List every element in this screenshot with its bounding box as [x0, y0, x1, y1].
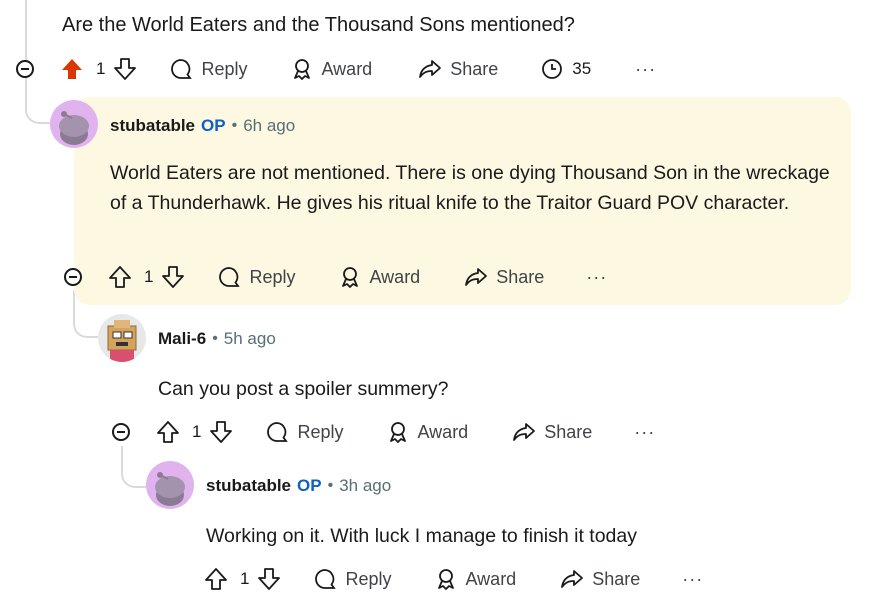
op-badge: OP [297, 476, 322, 495]
comment-bubble-icon [315, 569, 337, 589]
box-robot-avatar-icon [107, 320, 137, 362]
reply-button[interactable]: Reply [217, 265, 296, 289]
reply-label: Reply [249, 266, 296, 287]
upvote-filled-icon [62, 59, 82, 79]
share-icon [419, 60, 442, 78]
award-icon [437, 569, 454, 590]
downvote-button[interactable] [161, 265, 185, 289]
username[interactable]: stubatable [110, 116, 195, 136]
more-options-button[interactable]: ··· [586, 267, 607, 288]
comment-body: World Eaters are not mentioned. There is… [110, 162, 830, 214]
comment-header: stubatable OP • 3h ago [206, 476, 391, 496]
upvote-icon [109, 266, 131, 288]
separator-dot: • [231, 117, 238, 134]
upvote-icon [157, 421, 179, 443]
award-icon [389, 422, 406, 443]
downvote-icon [258, 568, 281, 590]
comment-actions: 1 Reply Award Share ··· [156, 417, 655, 447]
downvote-icon [114, 58, 137, 80]
downvote-button[interactable] [257, 567, 281, 591]
upvote-icon [205, 568, 227, 590]
vote-count: 1 [96, 59, 106, 78]
reply-label: Reply [297, 421, 344, 442]
comment-bubble-icon [219, 267, 241, 287]
more-options-button[interactable]: ··· [682, 569, 703, 590]
comment-body: Can you post a spoiler summery? [158, 378, 449, 400]
share-button[interactable]: Share [418, 57, 498, 81]
reply-label: Reply [345, 568, 392, 589]
collapse-thread-button[interactable] [16, 60, 34, 78]
collapse-thread-button[interactable] [112, 423, 130, 441]
share-icon [513, 423, 536, 441]
downvote-icon [210, 421, 233, 443]
comment-body: Working on it. With luck I manage to fin… [206, 525, 637, 547]
award-icon [293, 59, 310, 80]
comment-bubble-icon [171, 59, 193, 79]
avatar[interactable] [50, 100, 98, 148]
share-button[interactable]: Share [560, 567, 640, 591]
award-button[interactable]: Award [290, 57, 373, 81]
username[interactable]: Mali-6 [158, 329, 206, 349]
timestamp[interactable]: 3h ago [339, 476, 391, 496]
comment-bubble-icon [267, 422, 289, 442]
award-label: Award [465, 568, 517, 589]
share-icon [465, 268, 488, 286]
share-label: Share [544, 421, 593, 442]
award-button[interactable]: Award [338, 265, 421, 289]
share-label: Share [450, 58, 499, 79]
reply-button[interactable]: Reply [265, 420, 344, 444]
awards-count: 35 [572, 59, 592, 78]
awards-received-button[interactable]: 35 [540, 57, 591, 81]
timestamp[interactable]: 6h ago [243, 116, 295, 136]
separator-dot: • [212, 330, 218, 347]
comment-header: Mali-6 • 5h ago [158, 329, 276, 349]
reply-label: Reply [201, 58, 248, 79]
avatar[interactable] [98, 314, 146, 362]
op-badge: OP [201, 116, 226, 135]
avatar[interactable] [146, 461, 194, 509]
downvote-button[interactable] [113, 57, 137, 81]
thread-connector-1b [25, 80, 51, 124]
downvote-icon [162, 266, 185, 288]
comment-header: stubatable OP • 6h ago [110, 116, 295, 136]
vote-count: 1 [240, 569, 250, 588]
clock-icon [542, 59, 563, 79]
share-button[interactable]: Share [464, 265, 544, 289]
comment-actions: 1 Reply Award Share ··· [204, 564, 703, 594]
upvote-button[interactable] [60, 57, 84, 81]
award-label: Award [369, 266, 421, 287]
share-label: Share [496, 266, 545, 287]
upvote-button[interactable] [156, 420, 180, 444]
collapse-thread-button[interactable] [64, 268, 82, 286]
timestamp[interactable]: 5h ago [224, 329, 276, 349]
upvote-button[interactable] [204, 567, 228, 591]
upvote-button[interactable] [108, 265, 132, 289]
reply-button[interactable]: Reply [169, 57, 248, 81]
top-comment-text: Are the World Eaters and the Thousand So… [62, 14, 575, 36]
more-options-button[interactable]: ··· [634, 422, 655, 443]
snoo-avatar-icon [59, 111, 89, 145]
username[interactable]: stubatable [206, 476, 291, 496]
thread-connector-3 [121, 446, 149, 488]
comment-actions: 1 Reply Award Share ··· [108, 262, 607, 292]
separator-dot: • [327, 477, 334, 494]
snoo-avatar-icon [155, 472, 185, 506]
award-label: Award [417, 421, 469, 442]
share-label: Share [592, 568, 641, 589]
award-icon [341, 267, 358, 288]
reply-button[interactable]: Reply [313, 567, 392, 591]
share-icon [561, 570, 584, 588]
vote-count: 1 [192, 422, 202, 441]
vote-count: 1 [144, 267, 154, 286]
award-button[interactable]: Award [386, 420, 469, 444]
top-comment-actions: 1 Reply Award Share 35 ··· [60, 54, 656, 84]
share-button[interactable]: Share [512, 420, 592, 444]
more-options-button[interactable]: ··· [635, 59, 656, 80]
downvote-button[interactable] [209, 420, 233, 444]
award-button[interactable]: Award [434, 567, 517, 591]
award-label: Award [321, 58, 373, 79]
